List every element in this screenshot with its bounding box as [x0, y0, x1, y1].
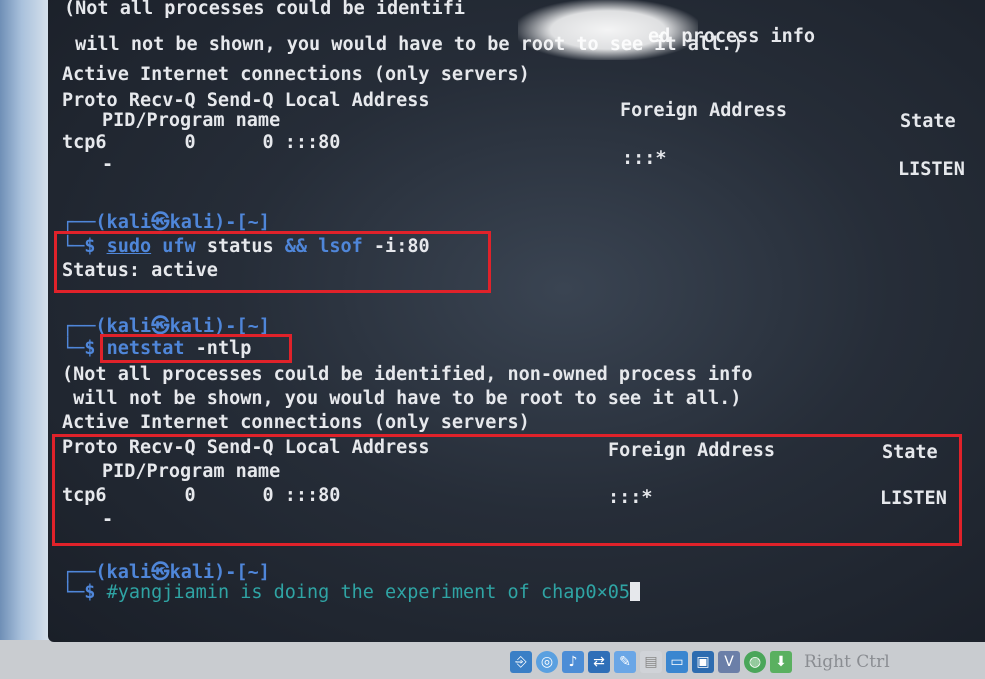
- cd-icon[interactable]: ◎: [536, 651, 558, 673]
- display-icon[interactable]: ▭: [666, 651, 688, 673]
- active-connections-heading: Active Internet connections (only server…: [62, 412, 530, 433]
- warning-line-1: (Not all processes could be identifi: [64, 0, 465, 19]
- text-cursor: [630, 582, 641, 601]
- warning-line-1: (Not all processes could be identified, …: [62, 364, 753, 385]
- shared-folder-icon[interactable]: ▤: [640, 651, 662, 673]
- vm-icon[interactable]: V: [718, 651, 740, 673]
- row-tcp6-pid: -: [102, 154, 114, 175]
- header-proto-local: Proto Recv-Q Send-Q Local Address: [62, 90, 430, 111]
- globe-icon[interactable]: ◍: [744, 651, 766, 673]
- command-line-comment[interactable]: └─$ #yangjiamin is doing the experiment …: [62, 582, 641, 603]
- arrow-icon[interactable]: ⬇: [770, 651, 792, 673]
- screen-glare: [518, 0, 698, 60]
- highlight-box-netstat: [100, 334, 292, 363]
- row-tcp6-state: LISTEN: [898, 159, 965, 180]
- prompt-header: ┌──(kali㉿kali)-[~]: [62, 562, 270, 583]
- screen-icon[interactable]: ▣: [692, 651, 714, 673]
- audio-icon[interactable]: ♪: [562, 651, 584, 673]
- vm-status-bar: ⎆ ◎ ♪ ⇄ ✎ ▤ ▭ ▣ V ◍ ⬇ Right Ctrl: [510, 645, 985, 679]
- highlight-box-ufw: [54, 231, 491, 293]
- warning-line-2: will not be shown, you would have to be …: [62, 388, 742, 409]
- header-foreign: Foreign Address: [620, 100, 788, 121]
- highlight-box-netstat-output: [52, 434, 962, 546]
- row-tcp6-local: tcp6 0 0 :::80: [62, 132, 341, 153]
- terminal-window[interactable]: (Not all processes could be identifi ed …: [48, 0, 985, 642]
- network-icon[interactable]: ⇄: [588, 651, 610, 673]
- host-key-label: Right Ctrl: [804, 652, 890, 672]
- desktop-edge: [0, 0, 54, 640]
- usb-icon[interactable]: ⎆: [510, 651, 532, 673]
- header-pid: PID/Program name: [102, 110, 281, 131]
- row-tcp6-foreign: :::*: [622, 148, 667, 169]
- header-state: State: [900, 111, 956, 132]
- pen-icon[interactable]: ✎: [614, 651, 636, 673]
- active-connections-heading: Active Internet connections (only server…: [62, 64, 530, 85]
